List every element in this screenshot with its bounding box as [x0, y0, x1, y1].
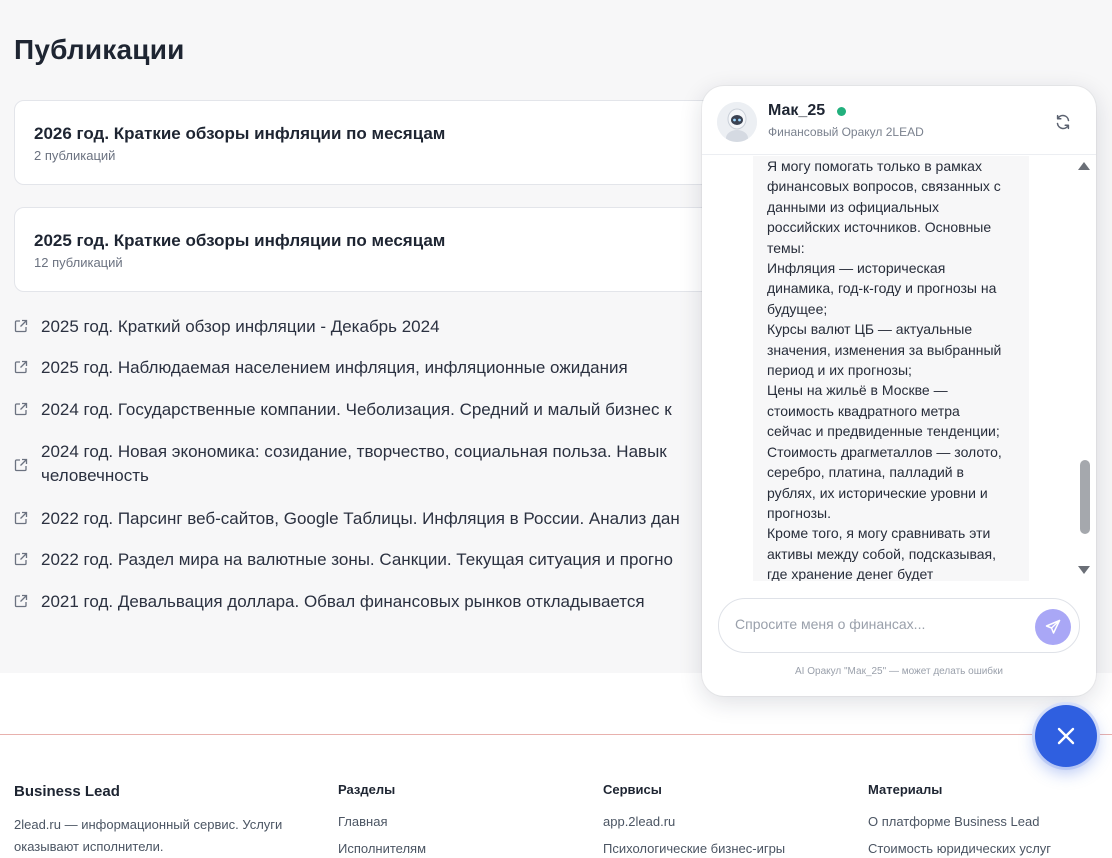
- external-link-icon: [14, 594, 28, 608]
- publication-group-card[interactable]: 2026 год. Краткие обзоры инфляции по мес…: [14, 100, 774, 185]
- footer-brand-column: Business Lead 2lead.ru — информационный …: [14, 782, 314, 858]
- close-icon: [1057, 727, 1075, 745]
- footer-link-app[interactable]: app.2lead.ru: [603, 814, 785, 829]
- publication-link[interactable]: 2025 год. Краткий обзор инфляции - Декаб…: [14, 315, 774, 339]
- publication-link[interactable]: 2024 год. Новая экономика: созидание, тв…: [14, 440, 774, 488]
- publication-link-label: 2025 год. Краткий обзор инфляции - Декаб…: [41, 317, 440, 336]
- publication-link-line: человечность: [41, 466, 149, 485]
- footer-sections-heading: Разделы: [338, 782, 396, 797]
- footer-divider: [0, 734, 1112, 735]
- footer-materials-heading: Материалы: [868, 782, 943, 797]
- external-link-icon: [14, 402, 28, 416]
- publication-group-count: 12 публикаций: [34, 255, 123, 270]
- external-link-icon: [14, 360, 28, 374]
- publication-link[interactable]: 2025 год. Наблюдаемая населением инфляци…: [14, 356, 774, 380]
- footer-link-home[interactable]: Главная: [338, 814, 426, 829]
- publication-link-label: 2022 год. Раздел мира на валютные зоны. …: [41, 550, 673, 569]
- footer-materials-column: Материалы О платформе Business Lead Стои…: [868, 782, 1051, 856]
- footer-services-heading: Сервисы: [603, 782, 662, 797]
- publication-group-title: 2026 год. Краткие обзоры инфляции по мес…: [34, 124, 446, 143]
- online-status-dot: [837, 107, 846, 116]
- footer-brand: Business Lead: [14, 783, 120, 800]
- external-link-icon: [14, 511, 28, 525]
- chat-messages[interactable]: Я могу помогать только в рамках финансов…: [702, 156, 1096, 581]
- chat-input-box: [718, 598, 1080, 653]
- scroll-up-arrow[interactable]: [1078, 162, 1090, 170]
- footer-link-games[interactable]: Психологические бизнес-игры: [603, 841, 785, 856]
- publication-link[interactable]: 2022 год. Парсинг веб-сайтов, Google Таб…: [14, 507, 774, 531]
- publication-link[interactable]: 2022 год. Раздел мира на валютные зоны. …: [14, 548, 774, 572]
- publication-link[interactable]: 2021 год. Девальвация доллара. Обвал фин…: [14, 590, 774, 614]
- chat-input[interactable]: [735, 616, 1015, 632]
- footer-description: 2lead.ru — информационный сервис. Услуги…: [14, 817, 283, 854]
- chat-bot-name: Мак_25: [768, 102, 826, 119]
- publication-link-label: 2024 год. Новая экономика: созидание, тв…: [41, 440, 667, 488]
- bot-message: Я могу помогать только в рамках финансов…: [753, 156, 1029, 581]
- publication-link-label: 2022 год. Парсинг веб-сайтов, Google Таб…: [41, 509, 680, 528]
- robot-avatar-icon: [717, 102, 757, 142]
- external-link-icon: [14, 458, 28, 472]
- scrollbar-thumb[interactable]: [1080, 460, 1090, 534]
- footer-sections-column: Разделы Главная Исполнителям: [338, 782, 426, 856]
- chat-bot-subtitle: Финансовый Оракул 2LEAD: [768, 125, 924, 139]
- send-button[interactable]: [1035, 609, 1071, 645]
- publication-link-label: 2024 год. Государственные компании. Чебо…: [41, 400, 672, 419]
- send-icon: [1045, 619, 1061, 634]
- footer-link-executors[interactable]: Исполнителям: [338, 841, 426, 856]
- publication-group-card[interactable]: 2025 год. Краткие обзоры инфляции по мес…: [14, 207, 774, 292]
- publication-link-line: 2024 год. Новая экономика: созидание, тв…: [41, 442, 667, 461]
- scroll-down-arrow[interactable]: [1078, 566, 1090, 574]
- chat-widget: Мак_25 Финансовый Оракул 2LEAD Я могу по…: [702, 86, 1096, 696]
- footer-link-legal-cost[interactable]: Стоимость юридических услуг: [868, 841, 1051, 856]
- chat-header: Мак_25 Финансовый Оракул 2LEAD: [702, 86, 1096, 155]
- avatar: [717, 102, 757, 142]
- chat-disclaimer: AI Оракул "Мак_25" — может делать ошибки: [795, 666, 1003, 677]
- external-link-icon: [14, 319, 28, 333]
- bot-message-text: Я могу помогать только в рамках финансов…: [767, 158, 1002, 581]
- publication-group-count: 2 публикаций: [34, 148, 116, 163]
- footer-link-about[interactable]: О платформе Business Lead: [868, 814, 1051, 829]
- external-link-icon: [14, 552, 28, 566]
- publication-link-label: 2025 год. Наблюдаемая населением инфляци…: [41, 358, 628, 377]
- refresh-icon[interactable]: [1054, 113, 1072, 131]
- close-chat-button[interactable]: [1035, 705, 1097, 767]
- publication-link-label: 2021 год. Девальвация доллара. Обвал фин…: [41, 592, 645, 611]
- footer-services-column: Сервисы app.2lead.ru Психологические биз…: [603, 782, 785, 856]
- page-title: Публикации: [14, 34, 185, 65]
- publication-group-title: 2025 год. Краткие обзоры инфляции по мес…: [34, 231, 446, 250]
- publication-link[interactable]: 2024 год. Государственные компании. Чебо…: [14, 398, 774, 422]
